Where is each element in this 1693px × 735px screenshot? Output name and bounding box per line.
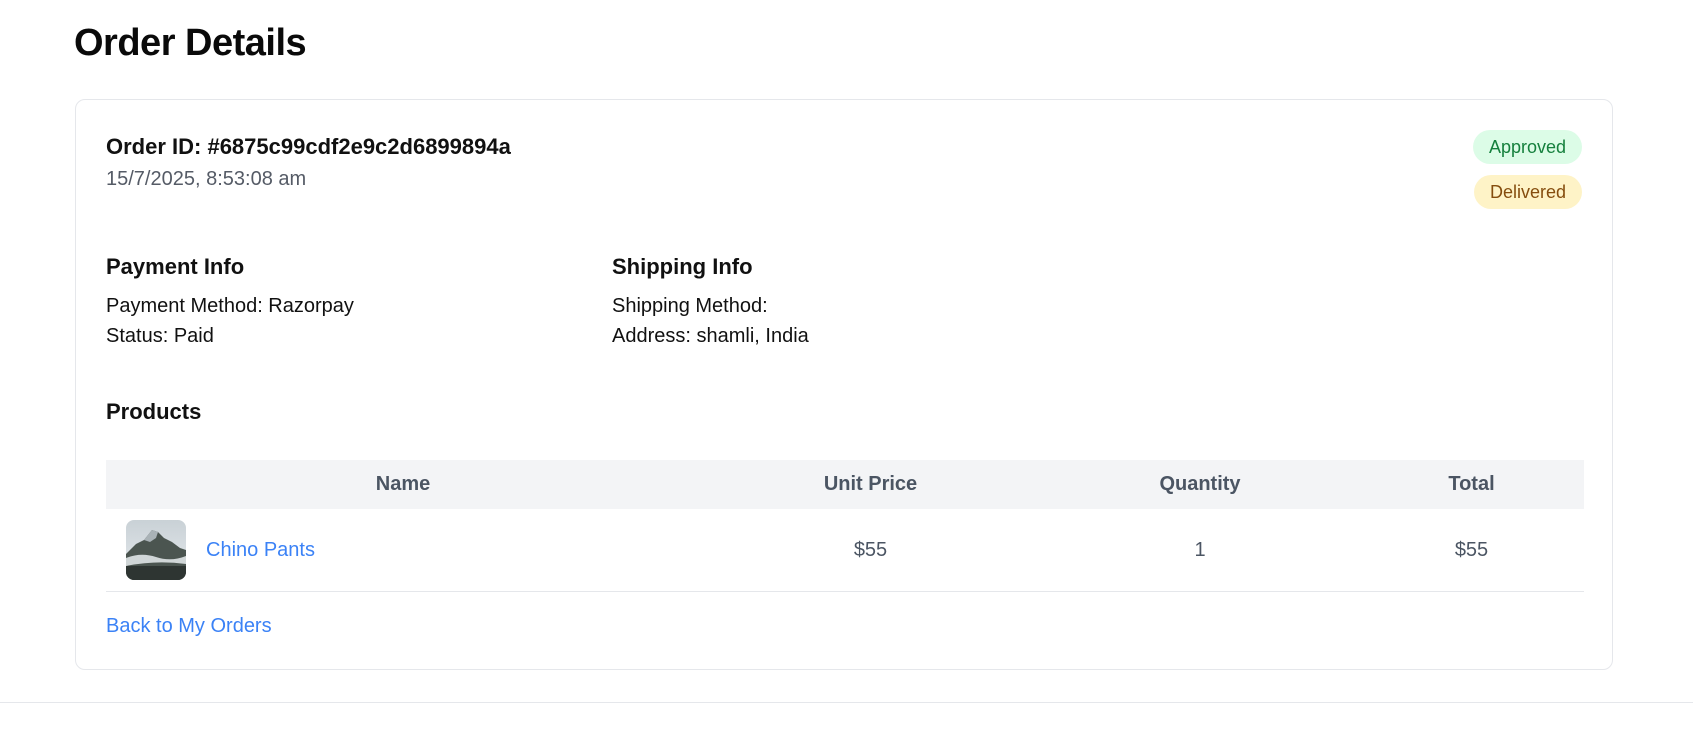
payment-info-heading: Payment Info bbox=[106, 254, 245, 279]
quantity-cell: 1 bbox=[1041, 509, 1359, 592]
page-title: Order Details bbox=[74, 22, 307, 64]
product-cell: Chino Pants bbox=[106, 520, 700, 580]
product-name-cell: Chino Pants bbox=[106, 509, 700, 592]
quantity: 1 bbox=[1194, 538, 1206, 561]
total-cell: $55 bbox=[1359, 509, 1584, 592]
order-date: 15/7/2025, 8:53:08 am bbox=[106, 168, 307, 190]
product-link-chino-pants[interactable]: Chino Pants bbox=[206, 539, 315, 562]
status-badge-approved: Approved bbox=[1472, 130, 1582, 164]
shipping-info-heading: Shipping Info bbox=[612, 254, 753, 279]
total: $55 bbox=[1454, 538, 1489, 561]
product-image-icon[interactable] bbox=[126, 520, 186, 580]
products-table: Name Unit Price Quantity Total Chino Pan… bbox=[106, 460, 1584, 592]
mountain-photo-icon bbox=[126, 520, 186, 580]
order-details-page: Order Details Order ID: #6875c99cdf2e9c2… bbox=[0, 0, 1693, 735]
column-header-unit-price: Unit Price bbox=[823, 473, 918, 495]
column-header-name: Name bbox=[375, 473, 431, 495]
unit-price: $55 bbox=[853, 538, 888, 561]
status-badge-delivered: Delivered bbox=[1473, 175, 1582, 209]
column-header-quantity: Quantity bbox=[1159, 473, 1241, 495]
products-heading: Products bbox=[106, 399, 202, 424]
shipping-method: Shipping Method: bbox=[612, 295, 768, 317]
table-header-row: Name Unit Price Quantity Total bbox=[106, 460, 1584, 509]
payment-status: Status: Paid bbox=[106, 325, 214, 347]
payment-method: Payment Method: Razorpay bbox=[106, 295, 354, 317]
unit-price-cell: $55 bbox=[700, 509, 1041, 592]
shipping-address: Address: shamli, India bbox=[612, 325, 809, 347]
column-header-total: Total bbox=[1448, 473, 1495, 495]
order-id: Order ID: #6875c99cdf2e9c2d6899894a bbox=[106, 134, 511, 159]
order-card: Order ID: #6875c99cdf2e9c2d6899894a 15/7… bbox=[75, 99, 1613, 670]
table-row: Chino Pants $55 1 $55 bbox=[106, 509, 1584, 592]
back-to-my-orders-link[interactable]: Back to My Orders bbox=[106, 615, 272, 638]
footer-divider bbox=[0, 702, 1693, 703]
